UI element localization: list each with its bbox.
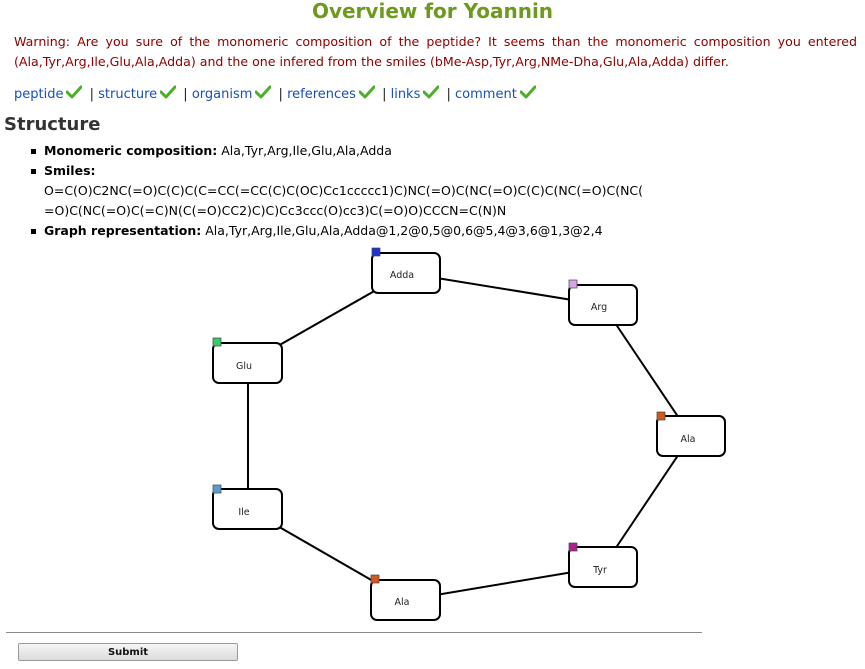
graph-node-label: Ala (681, 434, 696, 445)
nav-link-references[interactable]: references (287, 87, 356, 102)
graph-node-label: Glu (236, 361, 252, 372)
nav-link-links[interactable]: links (391, 87, 421, 102)
graph-node-label: Arg (591, 302, 607, 313)
composition-warning: Warning: Are you sure of the monomeric c… (14, 34, 857, 69)
graph-node-ile[interactable]: Ile (212, 484, 283, 530)
graph-node-adda[interactable]: Adda (371, 247, 441, 294)
graph-node-label: Tyr (592, 565, 607, 576)
nav-link-comment[interactable]: comment (455, 87, 517, 102)
check-icon (519, 85, 536, 99)
structure-heading: Structure (4, 114, 101, 135)
divider (6, 632, 702, 633)
check-icon (66, 85, 83, 99)
graph-node-label: Adda (390, 270, 414, 281)
graph-representation-item: Graph representation: Ala,Tyr,Arg,Ile,Gl… (31, 221, 844, 241)
check-icon (160, 85, 177, 99)
graph-node-ala-bottom[interactable]: Ala (370, 574, 441, 621)
submit-button[interactable]: Submit (18, 643, 238, 661)
graph-node-label: Ala (395, 597, 410, 608)
smiles-label: Smiles: (44, 163, 96, 178)
graph-representation-value: Ala,Tyr,Arg,Ile,Glu,Ala,Adda@1,2@0,5@0,6… (205, 223, 603, 238)
monomeric-composition-item: Monomeric composition: Ala,Tyr,Arg,Ile,G… (31, 141, 844, 161)
check-icon (358, 85, 375, 99)
nav-link-structure[interactable]: structure (98, 87, 157, 102)
nav-link-organism[interactable]: organism (192, 87, 253, 102)
graph-node-tyr[interactable]: Tyr (568, 542, 638, 588)
section-nav: peptide | structure | organism | referen… (14, 84, 539, 106)
monomeric-composition-label: Monomeric composition: (44, 143, 218, 158)
nav-separator: | (382, 87, 387, 102)
check-icon (423, 85, 440, 99)
nav-separator: | (278, 87, 283, 102)
nav-separator: | (183, 87, 188, 102)
monomeric-composition-value: Ala,Tyr,Arg,Ile,Glu,Ala,Adda (221, 143, 392, 158)
graph-node-glu[interactable]: Glu (212, 337, 283, 384)
nav-separator: | (89, 87, 94, 102)
graph-node-arg[interactable]: Arg (568, 279, 638, 326)
nav-separator: | (446, 87, 451, 102)
nav-link-peptide[interactable]: peptide (14, 87, 63, 102)
monomer-graph: Adda Arg Glu Ala Ile Tyr Ala (212, 247, 726, 621)
check-icon (255, 85, 272, 99)
graph-nodes: Adda Arg Glu Ala Ile Tyr Ala (212, 247, 726, 621)
graph-node-ala-right[interactable]: Ala (656, 411, 726, 457)
graph-representation-label: Graph representation: (44, 223, 202, 238)
smiles-value-line-2: =O)C(NC(=O)C(=C)N(C(=O)CC2)C)C)Cc3ccc(O)… (44, 203, 507, 218)
graph-node-label: Ile (238, 507, 249, 518)
page-title: Overview for Yoannin (311, 0, 554, 23)
structure-list: Monomeric composition: Ala,Tyr,Arg,Ile,G… (31, 141, 844, 241)
smiles-item: Smiles: O=C(O)C2NC(=O)C(C)C(C=CC(=CC(C)C… (31, 161, 844, 221)
smiles-value-line-1: O=C(O)C2NC(=O)C(C)C(C=CC(=CC(C)C(OC)Cc1c… (44, 183, 644, 198)
